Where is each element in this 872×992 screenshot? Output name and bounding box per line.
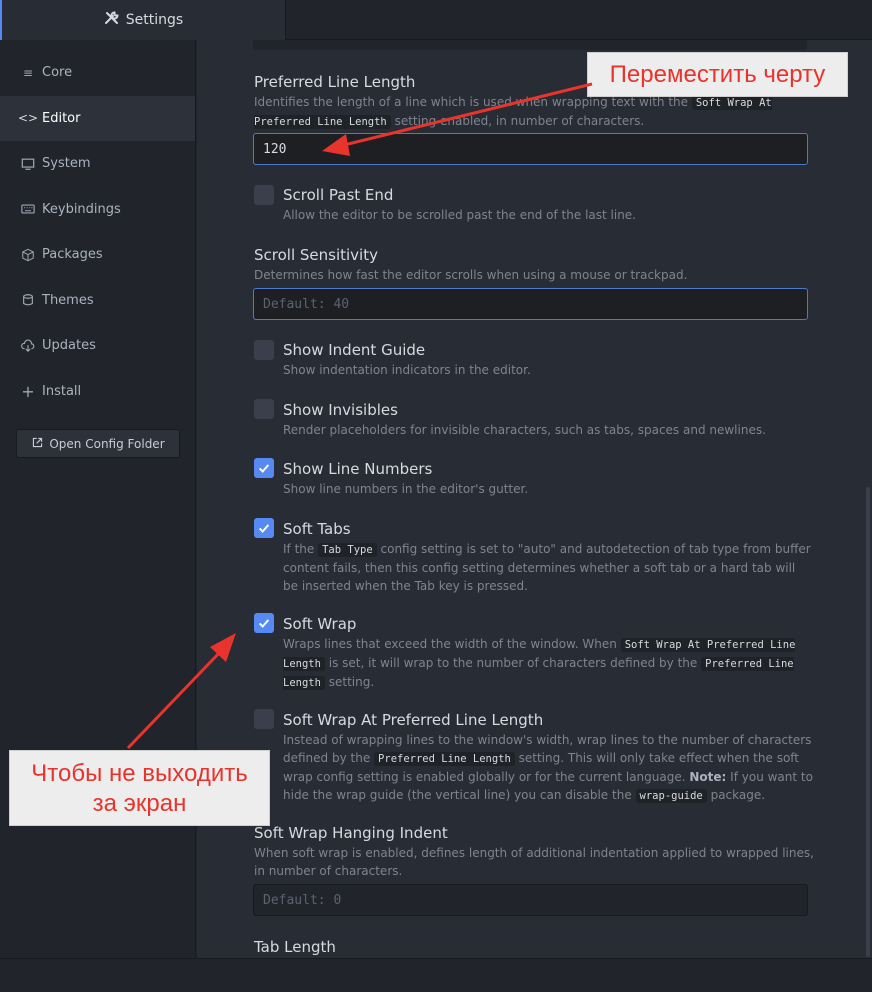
annotation-top-callout: Переместить черту	[587, 52, 848, 97]
show-invisibles-title: Show Invisibles	[283, 401, 398, 419]
preferred-line-length-desc: Identifies the length of a line which is…	[254, 95, 772, 129]
scroll-past-end-desc: Allow the editor to be scrolled past the…	[283, 208, 636, 222]
keyboard-icon	[20, 201, 36, 217]
sidebar-item-label: Core	[42, 65, 73, 81]
sidebar-item-label: Themes	[42, 292, 94, 308]
show-invisibles-desc: Render placeholders for invisible charac…	[283, 423, 766, 437]
settings-panel: Preferred Line Length Identifies the len…	[197, 40, 872, 958]
sidebar-item-label: Packages	[42, 247, 103, 263]
sidebar-item-editor[interactable]: <> Editor	[0, 95, 195, 141]
scrollbar[interactable]	[866, 487, 870, 957]
sidebar-item-install[interactable]: + Install	[0, 369, 195, 415]
show-line-numbers-title: Show Line Numbers	[283, 460, 433, 478]
sliders-icon: ≡	[22, 65, 34, 80]
soft-wrap-hanging-indent-desc: When soft wrap is enabled, defines lengt…	[254, 846, 814, 878]
open-config-folder-button[interactable]: Open Config Folder	[16, 429, 180, 458]
package-icon	[20, 247, 36, 263]
scroll-sensitivity-input[interactable]: Default: 40	[253, 288, 808, 320]
sidebar-item-system[interactable]: System	[0, 141, 195, 187]
sidebar-item-core[interactable]: ≡ Core	[0, 50, 195, 96]
check-icon	[258, 464, 270, 473]
previous-setting-field	[253, 40, 807, 50]
soft-wrap-hanging-indent-input[interactable]: Default: 0	[253, 884, 808, 916]
check-icon	[258, 619, 270, 628]
soft-tabs-checkbox[interactable]	[254, 518, 274, 538]
soft-wrap-at-pll-checkbox[interactable]	[254, 709, 274, 729]
soft-wrap-title: Soft Wrap	[283, 615, 357, 633]
tools-icon	[104, 10, 120, 30]
scroll-past-end-title: Scroll Past End	[283, 186, 394, 204]
monitor-icon	[20, 156, 36, 172]
show-indent-guide-checkbox[interactable]	[254, 340, 274, 360]
scroll-sensitivity-title: Scroll Sensitivity	[254, 246, 378, 264]
check-icon	[258, 524, 270, 533]
tab-bar: Settings	[0, 0, 872, 40]
code-icon: <>	[17, 111, 39, 126]
plus-icon: +	[21, 381, 35, 401]
soft-wrap-at-pll-desc: Instead of wrapping lines to the window'…	[283, 733, 813, 803]
preferred-line-length-title: Preferred Line Length	[254, 73, 416, 91]
cloud-download-icon	[20, 338, 36, 354]
annotation-bottom-line-2: за экран	[92, 790, 187, 817]
paintcan-icon	[20, 292, 36, 308]
tab-label: Settings	[125, 12, 184, 28]
sidebar-item-label: Keybindings	[42, 201, 121, 217]
sidebar-item-themes[interactable]: Themes	[0, 278, 195, 324]
sidebar-item-updates[interactable]: Updates	[0, 323, 195, 369]
soft-tabs-desc: If the Tab Type config setting is set to…	[283, 542, 811, 593]
show-indent-guide-title: Show Indent Guide	[283, 341, 426, 359]
soft-wrap-at-pll-title: Soft Wrap At Preferred Line Length	[283, 711, 544, 729]
soft-wrap-desc: Wraps lines that exceed the width of the…	[283, 637, 796, 690]
sidebar-item-label: Updates	[42, 338, 96, 354]
status-bar	[0, 958, 872, 992]
annotation-bottom-callout: Чтобы не выходить за экран	[9, 750, 270, 826]
annotation-bottom-line-1: Чтобы не выходить	[31, 760, 248, 787]
sidebar-item-keybindings[interactable]: Keybindings	[0, 187, 195, 233]
soft-wrap-hanging-indent-title: Soft Wrap Hanging Indent	[254, 824, 448, 842]
show-invisibles-checkbox[interactable]	[254, 399, 274, 419]
preferred-line-length-input[interactable]: 120	[253, 133, 808, 165]
show-line-numbers-checkbox[interactable]	[254, 458, 274, 478]
tab-length-title: Tab Length	[254, 938, 336, 956]
show-indent-guide-desc: Show indentation indicators in the edito…	[283, 363, 531, 377]
scroll-sensitivity-desc: Determines how fast the editor scrolls w…	[254, 268, 688, 282]
scroll-past-end-checkbox[interactable]	[254, 185, 274, 205]
soft-tabs-title: Soft Tabs	[283, 520, 351, 538]
sidebar-item-label: System	[42, 156, 91, 172]
show-line-numbers-desc: Show line numbers in the editor's gutter…	[283, 482, 529, 496]
sidebar-item-packages[interactable]: Packages	[0, 232, 195, 278]
link-external-icon	[31, 436, 44, 452]
sidebar-item-label: Editor	[42, 110, 81, 126]
tab-settings[interactable]: Settings	[0, 0, 286, 40]
sidebar-item-label: Install	[42, 383, 82, 399]
soft-wrap-checkbox[interactable]	[254, 613, 274, 633]
open-config-label: Open Config Folder	[49, 436, 165, 451]
